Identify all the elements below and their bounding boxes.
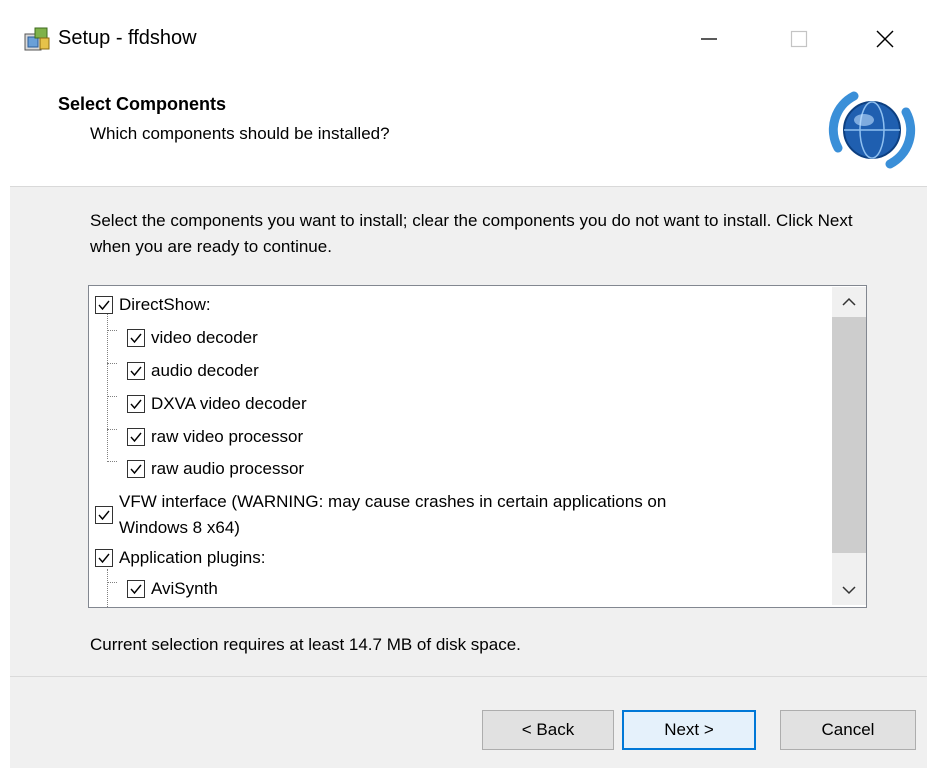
component-application-plugins[interactable]: Application plugins: <box>95 545 265 571</box>
minimize-icon <box>701 38 717 40</box>
title-bar[interactable]: Setup - ffdshow <box>10 8 927 74</box>
page-subtitle: Which components should be installed? <box>90 124 390 143</box>
page-title: Select Components <box>58 94 227 114</box>
checkmark-icon <box>130 366 142 377</box>
tree-line <box>107 429 117 430</box>
tree-line <box>107 330 117 331</box>
tree-line <box>107 312 108 459</box>
checkbox-checked[interactable] <box>127 460 145 478</box>
maximize-icon <box>790 30 808 48</box>
maximize-button <box>754 8 844 70</box>
checkmark-icon <box>98 510 110 521</box>
background-edge <box>0 0 10 768</box>
component-label: raw audio processor <box>151 459 305 478</box>
checkmark-icon <box>130 333 142 344</box>
close-icon <box>876 30 894 48</box>
component-raw-video-processor[interactable]: raw video processor <box>127 424 303 450</box>
chevron-down-icon <box>842 586 856 595</box>
component-avisynth[interactable]: AviSynth <box>127 576 218 602</box>
tree-line <box>107 396 117 397</box>
minimize-button[interactable] <box>664 8 754 70</box>
close-button[interactable] <box>840 8 927 70</box>
component-directshow[interactable]: DirectShow: <box>95 292 211 318</box>
checkbox-checked[interactable] <box>127 329 145 347</box>
wizard-header: Select Components Which components shoul… <box>10 74 927 187</box>
component-label: raw video processor <box>151 427 304 446</box>
tree-line <box>107 461 117 462</box>
component-vfw-interface[interactable]: VFW interface (WARNING: may cause crashe… <box>95 489 666 541</box>
next-button[interactable]: Next > <box>622 710 756 750</box>
checkbox-checked[interactable] <box>95 506 113 524</box>
ffdshow-logo-icon <box>828 91 916 169</box>
checkmark-icon <box>130 464 142 475</box>
component-partial-next[interactable] <box>127 604 151 607</box>
chevron-up-icon <box>842 297 856 306</box>
component-dxva-video-decoder[interactable]: DXVA video decoder <box>127 391 307 417</box>
checkmark-icon <box>98 553 110 564</box>
checkmark-icon <box>130 399 142 410</box>
component-label: Application plugins: <box>119 548 266 567</box>
component-label: VFW interface (WARNING: may cause crashe… <box>119 489 666 541</box>
component-audio-decoder[interactable]: audio decoder <box>127 358 259 384</box>
disk-space-text: Current selection requires at least 14.7… <box>90 635 521 654</box>
tree-line <box>107 363 117 364</box>
tree-line <box>107 582 117 583</box>
instructions-text: Select the components you want to instal… <box>90 211 853 256</box>
checkbox-checked[interactable] <box>95 296 113 314</box>
cancel-button[interactable]: Cancel <box>780 710 916 750</box>
scroll-thumb[interactable] <box>832 317 866 553</box>
back-button[interactable]: < Back <box>482 710 614 750</box>
checkmark-icon <box>130 584 142 595</box>
component-label: audio decoder <box>151 361 259 380</box>
checkbox-checked[interactable] <box>127 395 145 413</box>
component-label-line: Windows 8 x64) <box>119 518 240 537</box>
checkmark-icon <box>98 300 110 311</box>
footer-divider <box>10 676 927 677</box>
scroll-up-button[interactable] <box>832 287 866 317</box>
components-list[interactable]: DirectShow: video decoder audio decoder … <box>88 285 867 608</box>
tree-line <box>107 569 108 607</box>
component-label: video decoder <box>151 328 258 347</box>
list-scrollbar[interactable] <box>832 287 866 605</box>
component-video-decoder[interactable]: video decoder <box>127 325 258 351</box>
component-raw-audio-processor[interactable]: raw audio processor <box>127 456 304 482</box>
component-label-line: VFW interface (WARNING: may cause crashe… <box>119 492 667 511</box>
component-label: AviSynth <box>151 579 218 598</box>
setup-window: Setup - ffdshow Select Components Which … <box>10 8 927 768</box>
checkbox-checked[interactable] <box>95 549 113 567</box>
checkbox-checked[interactable] <box>127 580 145 598</box>
window-title: Setup - ffdshow <box>58 27 197 49</box>
installer-icon <box>24 27 50 51</box>
scroll-down-button[interactable] <box>832 575 866 605</box>
component-label: DXVA video decoder <box>151 394 307 413</box>
checkbox-checked[interactable] <box>127 362 145 380</box>
checkmark-icon <box>130 432 142 443</box>
checkbox-checked[interactable] <box>127 428 145 446</box>
component-label: DirectShow: <box>119 295 211 314</box>
